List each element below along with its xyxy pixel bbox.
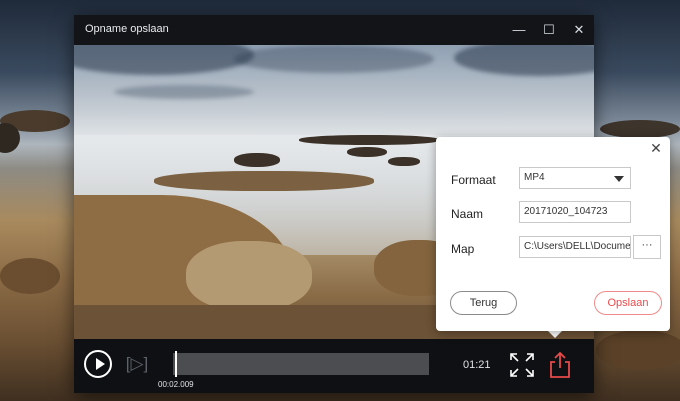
minimize-button[interactable]: — — [504, 15, 534, 45]
window-title: Opname opslaan — [85, 23, 169, 35]
format-label: Formaat — [451, 173, 496, 187]
close-button[interactable]: ✕ — [564, 15, 594, 45]
back-button[interactable]: Terug — [450, 291, 517, 315]
folder-field[interactable]: C:\Users\DELL\Documents — [519, 236, 631, 258]
export-icon[interactable] — [548, 351, 572, 379]
timeline-track[interactable] — [173, 353, 429, 375]
duration: 01:21 — [463, 359, 491, 371]
format-select[interactable]: MP4 — [519, 167, 631, 189]
step-forward-button[interactable]: [▷] — [125, 353, 149, 375]
name-label: Naam — [451, 207, 484, 221]
save-button[interactable]: Opslaan — [594, 291, 662, 315]
browse-button[interactable]: ··· — [633, 235, 661, 259]
folder-label: Map — [451, 242, 475, 256]
title-bar: Opname opslaan — ☐ ✕ — [74, 15, 594, 45]
format-value: MP4 — [524, 172, 545, 183]
play-button[interactable] — [84, 350, 112, 378]
timeline-playhead[interactable] — [175, 351, 177, 377]
save-dialog: ✕ Formaat MP4 Naam 20171020_104723 Map C… — [436, 137, 670, 331]
chevron-down-icon — [614, 176, 624, 182]
maximize-button[interactable]: ☐ — [534, 15, 564, 45]
dialog-close-button[interactable]: ✕ — [648, 140, 664, 156]
playback-controls: [▷] 00:02.009 01:21 — [74, 339, 594, 393]
fullscreen-icon[interactable] — [509, 352, 535, 378]
name-field[interactable]: 20171020_104723 — [519, 201, 631, 223]
current-time: 00:02.009 — [158, 380, 194, 389]
